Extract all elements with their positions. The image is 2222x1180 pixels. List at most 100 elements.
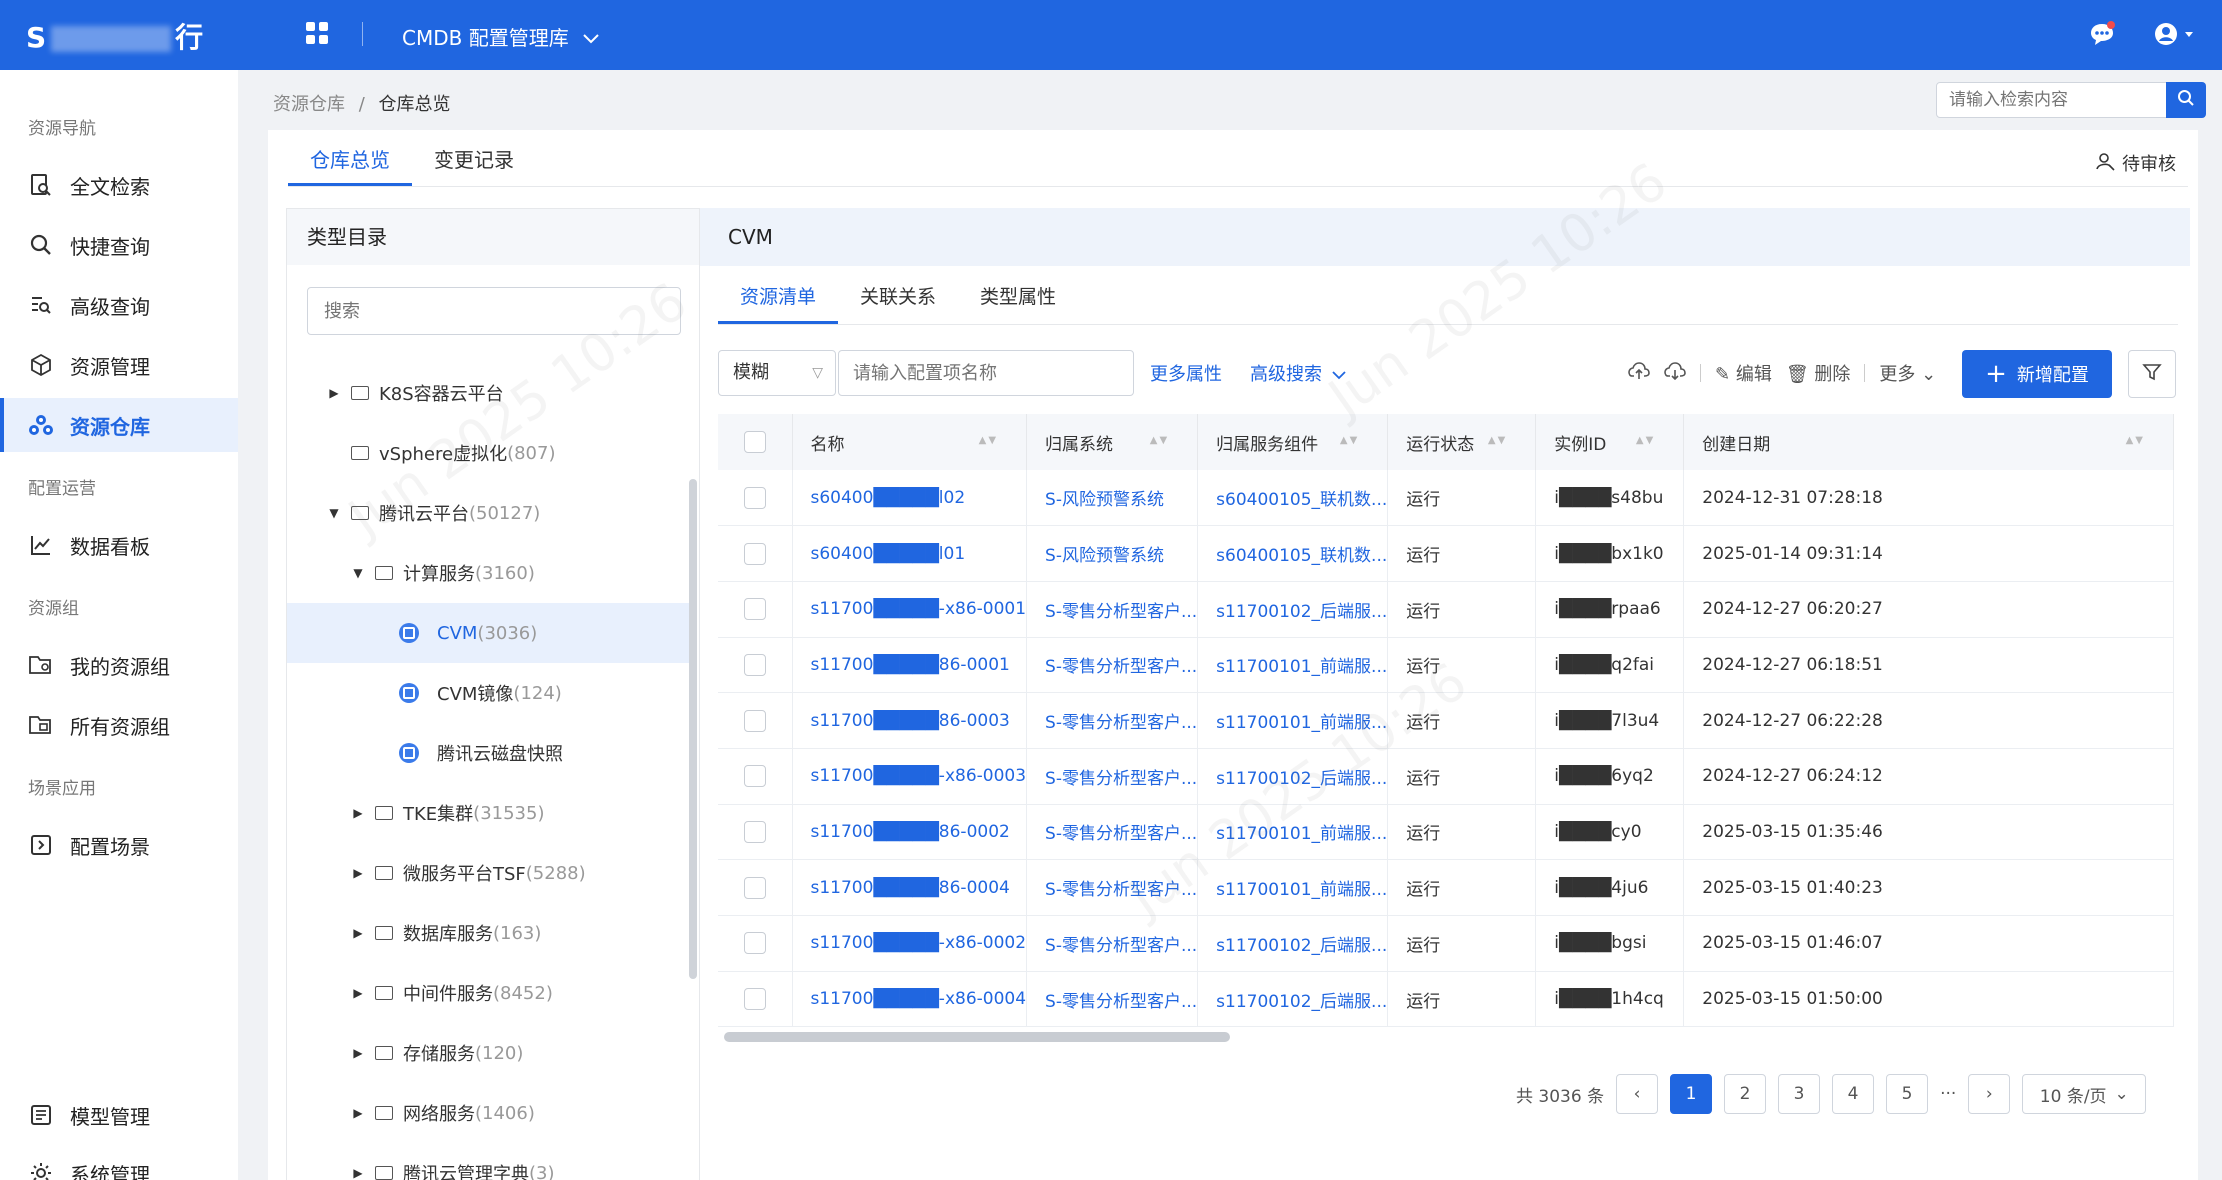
table-row[interactable]: s11700█████86-0001 S-零售分析型客户... s11700101_… xyxy=(718,637,2174,694)
page-3-button[interactable]: 3 xyxy=(1778,1074,1821,1114)
page-5-button[interactable]: 5 xyxy=(1886,1074,1929,1114)
table-row[interactable]: s11700█████-x86-0002 S-零售分析型客户... s1170010… xyxy=(718,915,2174,972)
cell-component[interactable]: s60400105_联机数... xyxy=(1197,525,1389,582)
prev-page-button[interactable]: ‹ xyxy=(1616,1074,1659,1114)
tree-search-input[interactable] xyxy=(307,287,681,335)
sort-icon[interactable]: ▲▼ xyxy=(1150,435,1169,446)
tab-type-attributes[interactable]: 类型属性 xyxy=(958,280,1078,324)
cell-name[interactable]: s11700█████86-0002 xyxy=(792,804,1028,861)
tree-node-dictionary[interactable]: ▶ 腾讯云管理字典 (3) xyxy=(351,1143,555,1180)
match-mode-select[interactable]: 模糊 ▽ xyxy=(718,350,836,396)
cell-component[interactable]: s11700101_前端服... xyxy=(1197,692,1389,749)
table-row[interactable]: s11700█████-x86-0004 S-零售分析型客户... s1170010… xyxy=(718,971,2174,1028)
tab-resource-list[interactable]: 资源清单 xyxy=(718,280,839,324)
app-switcher[interactable]: CMDB 配置管理库 xyxy=(402,22,599,51)
row-checkbox[interactable] xyxy=(744,765,766,788)
row-checkbox[interactable] xyxy=(744,653,766,676)
edit-button[interactable]: ✎ 编辑 xyxy=(1715,360,1772,386)
cell-system[interactable]: S-零售分析型客户... xyxy=(1026,581,1199,638)
table-row[interactable]: s11700█████86-0004 S-零售分析型客户... s11700101_… xyxy=(718,859,2174,916)
table-row[interactable]: s11700█████86-0003 S-零售分析型客户... s11700101_… xyxy=(718,692,2174,749)
sidebar-item-all-resource-groups[interactable]: 所有资源组 xyxy=(0,698,238,752)
row-checkbox[interactable] xyxy=(744,598,766,621)
row-checkbox[interactable] xyxy=(744,486,766,509)
pending-review-button[interactable]: 待审核 xyxy=(2096,150,2176,176)
tree-node-storage[interactable]: ▶ 存储服务 (120) xyxy=(351,1023,523,1083)
cell-name[interactable]: s60400█████l01 xyxy=(792,525,1028,582)
tree-node-cvm-image[interactable]: CVM镜像 (124) xyxy=(399,663,562,723)
select-all-checkbox[interactable] xyxy=(744,431,766,453)
row-checkbox[interactable] xyxy=(744,876,766,899)
tree-scrollbar[interactable] xyxy=(689,479,697,979)
sort-icon[interactable]: ▲▼ xyxy=(1340,435,1359,446)
global-search-button[interactable] xyxy=(2166,82,2206,118)
cell-name[interactable]: s60400█████l02 xyxy=(792,470,1028,527)
cell-component[interactable]: s11700102_后端服... xyxy=(1197,581,1389,638)
sidebar-item-model-management[interactable]: 模型管理 xyxy=(0,1088,238,1142)
tree-node-disk-snapshot[interactable]: 腾讯云磁盘快照 xyxy=(399,723,563,783)
cell-component[interactable]: s11700101_前端服... xyxy=(1197,637,1389,694)
sidebar-item-config-scene[interactable]: 配置场景 xyxy=(0,818,238,872)
user-icon[interactable] xyxy=(2154,20,2198,48)
global-search-input[interactable] xyxy=(1936,82,2168,118)
cloud-download-icon[interactable] xyxy=(1664,361,1686,385)
sidebar-item-my-resource-groups[interactable]: 我的资源组 xyxy=(0,638,238,692)
cell-name[interactable]: s11700█████-x86-0003 xyxy=(792,748,1028,805)
message-icon[interactable] xyxy=(2088,20,2116,48)
breadcrumb-parent[interactable]: 资源仓库 xyxy=(273,94,345,115)
cell-system[interactable]: S-零售分析型客户... xyxy=(1026,804,1199,861)
sidebar-item-dashboard[interactable]: 数据看板 xyxy=(0,518,238,572)
cell-name[interactable]: s11700█████-x86-0004 xyxy=(792,971,1028,1028)
more-dropdown[interactable]: 更多 ⌄ xyxy=(1879,360,1936,386)
grid-apps-icon[interactable] xyxy=(306,22,328,44)
column-header-component[interactable]: 归属服务组件 ▲▼ xyxy=(1197,414,1389,470)
tree-node-tsf[interactable]: ▶ 微服务平台TSF (5288) xyxy=(351,843,585,903)
cell-component[interactable]: s11700101_前端服... xyxy=(1197,859,1389,916)
tab-relations[interactable]: 关联关系 xyxy=(838,280,958,324)
cloud-upload-icon[interactable] xyxy=(1628,361,1650,385)
cell-system[interactable]: S-零售分析型客户... xyxy=(1026,692,1199,749)
tree-node-database[interactable]: ▶ 数据库服务 (163) xyxy=(351,903,541,963)
tree-node-tencent-cloud[interactable]: ▼ 腾讯云平台 (50127) xyxy=(327,483,540,543)
tree-node-k8s[interactable]: ▶ K8S容器云平台 xyxy=(327,363,503,423)
cell-system[interactable]: S-零售分析型客户... xyxy=(1026,637,1199,694)
tree-node-compute[interactable]: ▼ 计算服务 (3160) xyxy=(351,543,534,603)
table-row[interactable]: s11700█████-x86-0001 S-零售分析型客户... s1170010… xyxy=(718,581,2174,638)
cell-system[interactable]: S-零售分析型客户... xyxy=(1026,971,1199,1028)
column-header-system[interactable]: 归属系统 ▲▼ xyxy=(1026,414,1199,470)
row-checkbox[interactable] xyxy=(744,932,766,955)
row-checkbox[interactable] xyxy=(744,988,766,1011)
cell-name[interactable]: s11700█████-x86-0002 xyxy=(792,915,1028,972)
filter-button[interactable] xyxy=(2128,350,2176,398)
tree-node-cvm[interactable]: CVM (3036) xyxy=(287,603,689,663)
cell-component[interactable]: s11700101_前端服... xyxy=(1197,804,1389,861)
cell-component[interactable]: s11700102_后端服... xyxy=(1197,748,1389,805)
cell-name[interactable]: s11700█████86-0003 xyxy=(792,692,1028,749)
cell-system[interactable]: S-零售分析型客户... xyxy=(1026,859,1199,916)
tree-node-tke[interactable]: ▶ TKE集群 (31535) xyxy=(351,783,544,843)
sort-icon[interactable]: ▲▼ xyxy=(2126,435,2145,446)
column-header-name[interactable]: 名称 ▲▼ xyxy=(792,414,1028,470)
table-horizontal-scrollbar[interactable] xyxy=(724,1032,1230,1042)
tree-node-network[interactable]: ▶ 网络服务 (1406) xyxy=(351,1083,534,1143)
sort-icon[interactable]: ▲▼ xyxy=(1636,435,1655,446)
more-attributes-link[interactable]: 更多属性 xyxy=(1150,360,1222,386)
tree-node-vsphere[interactable]: vSphere虚拟化 (807) xyxy=(351,423,555,483)
cell-component[interactable]: s11700102_后端服... xyxy=(1197,971,1389,1028)
column-header-instance-id[interactable]: 实例ID ▲▼ xyxy=(1535,414,1685,470)
tab-change-log[interactable]: 变更记录 xyxy=(412,144,536,186)
cell-component[interactable]: s60400105_联机数... xyxy=(1197,470,1389,527)
table-row[interactable]: s11700█████-x86-0003 S-零售分析型客户... s1170010… xyxy=(718,748,2174,805)
sidebar-item-resource-warehouse[interactable]: 资源仓库 xyxy=(0,398,238,452)
sidebar-item-system-management[interactable]: 系统管理 xyxy=(0,1146,238,1180)
add-config-button[interactable]: + 新增配置 xyxy=(1962,350,2112,398)
cell-name[interactable]: s11700█████86-0001 xyxy=(792,637,1028,694)
sidebar-item-advanced-query[interactable]: 高级查询 xyxy=(0,278,238,332)
row-checkbox[interactable] xyxy=(744,542,766,565)
row-checkbox[interactable] xyxy=(744,709,766,732)
table-row[interactable]: s60400█████l01 S-风险预警系统 s60400105_联机数... 运行… xyxy=(718,525,2174,582)
config-name-input[interactable] xyxy=(838,350,1134,396)
sidebar-item-quick-query[interactable]: 快捷查询 xyxy=(0,218,238,272)
row-checkbox[interactable] xyxy=(744,820,766,843)
page-2-button[interactable]: 2 xyxy=(1724,1074,1767,1114)
